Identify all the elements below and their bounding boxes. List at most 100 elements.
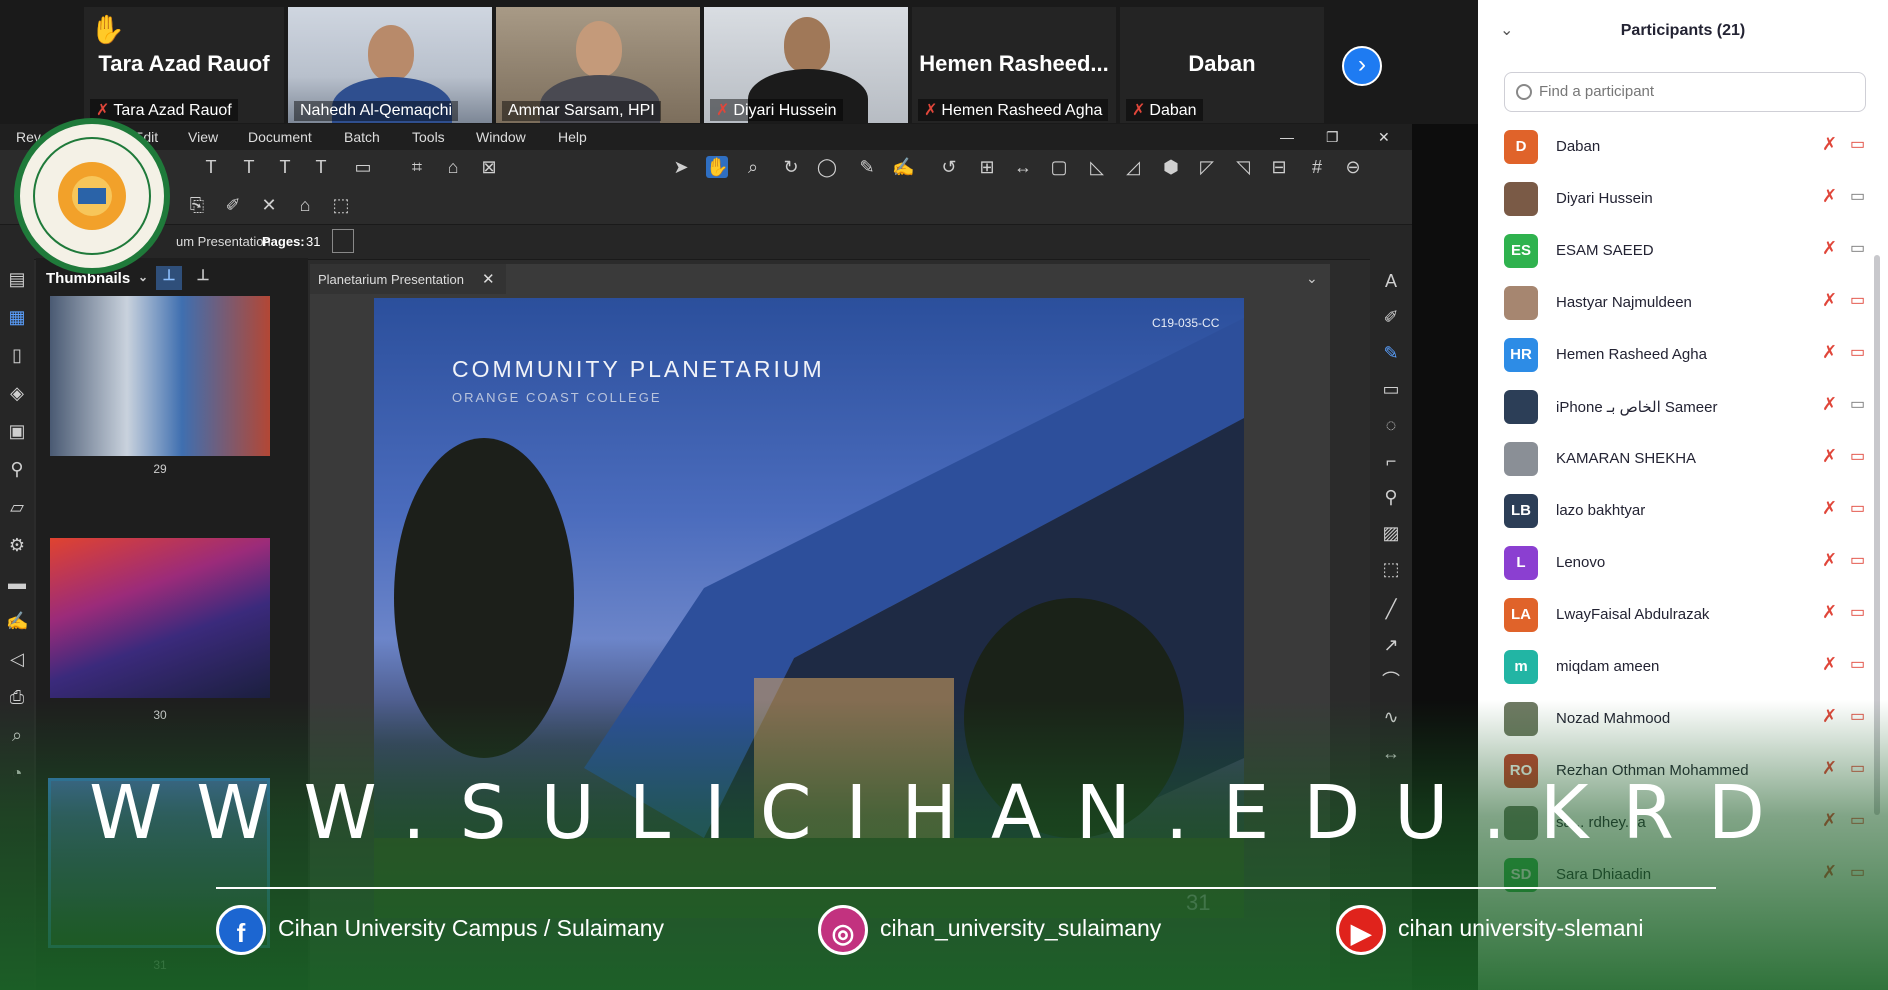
muted-mic-icon[interactable]: ✗ <box>1822 394 1837 415</box>
muted-mic-icon[interactable]: ✗ <box>1822 290 1837 311</box>
camera-off-icon[interactable]: ▭ <box>1850 290 1865 310</box>
minimize-icon[interactable]: — <box>1280 129 1294 145</box>
video-tile-tara[interactable]: ✋ Tara Azad Rauof ✗ Tara Azad Rauof <box>84 7 284 123</box>
pages-icon[interactable]: ▤ <box>6 268 28 290</box>
muted-mic-icon[interactable]: ✗ <box>1822 654 1837 675</box>
muted-mic-icon[interactable]: ✗ <box>1822 134 1837 155</box>
pen-tool-icon[interactable]: ✎ <box>1380 342 1402 364</box>
area-icon[interactable]: ▢ <box>1048 156 1070 178</box>
hand-tool-icon[interactable]: ✋ <box>706 156 728 178</box>
participant-row[interactable]: Hastyar Najmuldeen ✗ ▭ <box>1504 280 1865 326</box>
image-icon[interactable]: ▨ <box>1380 522 1402 544</box>
participant-search-input[interactable]: Find a participant <box>1504 72 1866 112</box>
menu-tools[interactable]: Tools <box>412 129 445 145</box>
thumb-size-large-icon[interactable]: ⊥ <box>190 266 216 290</box>
participant-row[interactable]: D Daban ✗ ▭ <box>1504 124 1865 170</box>
thumb-size-small-icon[interactable]: ⊥ <box>156 266 182 290</box>
text-edit-icon[interactable]: T <box>310 156 332 178</box>
crop-icon[interactable]: ⌗ <box>406 156 428 178</box>
marquee-icon[interactable]: ⬚ <box>330 194 352 216</box>
sign-icon[interactable]: ✍ <box>892 156 914 178</box>
camera-off-icon[interactable]: ▭ <box>1850 498 1865 518</box>
measure-icon[interactable]: ⊞ <box>976 156 998 178</box>
count-icon[interactable]: ⊟ <box>1268 156 1290 178</box>
line-icon[interactable]: ╱ <box>1380 598 1402 620</box>
video-tile-hemen[interactable]: Hemen Rasheed... ✗ Hemen Rasheed Agha <box>912 7 1116 123</box>
rotate-icon[interactable]: ↻ <box>780 156 802 178</box>
close-tab-icon[interactable]: ✕ <box>482 270 495 288</box>
markups-icon[interactable]: ▱ <box>6 496 28 518</box>
participant-row[interactable]: HR Hemen Rasheed Agha ✗ ▭ <box>1504 332 1865 378</box>
distance-icon[interactable]: ↔ <box>1012 156 1034 178</box>
highlighter-icon[interactable]: ✐ <box>1380 306 1402 328</box>
callout-icon[interactable]: ▭ <box>1380 378 1402 400</box>
angle-icon[interactable]: ◺ <box>1086 156 1108 178</box>
polyline-icon[interactable]: ◹ <box>1232 156 1254 178</box>
camera-off-icon[interactable]: ▭ <box>1850 654 1865 674</box>
camera-icon[interactable]: ▭ <box>1850 238 1865 258</box>
grid-icon[interactable]: # <box>1306 156 1328 178</box>
social-facebook[interactable]: f Cihan University Campus / Sulaimany <box>216 905 664 955</box>
underline-text-icon[interactable]: T <box>238 156 260 178</box>
toolbox-icon[interactable]: ▣ <box>6 420 28 442</box>
menu-document[interactable]: Document <box>248 129 312 145</box>
camera-off-icon[interactable]: ▭ <box>1850 342 1865 362</box>
participant-row[interactable]: Diyari Hussein ✗ ▭ <box>1504 176 1865 222</box>
participant-row[interactable]: L Lenovo ✗ ▭ <box>1504 540 1865 586</box>
menu-view[interactable]: View <box>188 129 218 145</box>
chevron-down-icon[interactable]: ⌄ <box>1306 270 1318 287</box>
tag-icon[interactable]: ◁ <box>6 648 28 670</box>
ruler-icon[interactable]: ▬ <box>6 572 28 594</box>
video-tile-daban[interactable]: Daban ✗ Daban <box>1120 7 1324 123</box>
video-tile-ammar[interactable]: Ammar Sarsam, HPI <box>496 7 700 123</box>
text-tool-icon[interactable]: T <box>200 156 222 178</box>
thumbnail-page-30[interactable] <box>50 538 270 698</box>
camera-off-icon[interactable]: ▭ <box>1850 550 1865 570</box>
stamp-tool-icon[interactable]: ⚲ <box>1380 486 1402 508</box>
compare-icon[interactable]: ⊖ <box>1342 156 1364 178</box>
stamp-icon[interactable]: ⚲ <box>6 458 28 480</box>
perimeter-icon[interactable]: ◿ <box>1122 156 1144 178</box>
participant-row[interactable]: m miqdam ameen ✗ ▭ <box>1504 644 1865 690</box>
menu-window[interactable]: Window <box>476 129 526 145</box>
social-instagram[interactable]: ◎ cihan_university_sulaimany <box>818 905 1161 955</box>
thumbnail-page-29[interactable] <box>50 296 270 456</box>
camera-off-icon[interactable]: ▭ <box>1850 602 1865 622</box>
muted-mic-icon[interactable]: ✗ <box>1822 342 1837 363</box>
document-icon[interactable]: ▭ <box>352 156 374 178</box>
bookmarks-icon[interactable]: ▯ <box>6 344 28 366</box>
camera-off-icon[interactable]: ▭ <box>1850 134 1865 154</box>
copy-icon[interactable]: ⎘ <box>186 194 208 216</box>
muted-mic-icon[interactable]: ✗ <box>1822 186 1837 207</box>
restore-icon[interactable]: ❐ <box>1326 129 1339 146</box>
signature-icon[interactable]: ✍ <box>6 610 28 632</box>
participant-row[interactable]: ES ESAM SAEED ✗ ▭ <box>1504 228 1865 274</box>
pointer-icon[interactable]: ➤ <box>670 156 692 178</box>
strikeout-text-icon[interactable]: T <box>274 156 296 178</box>
delete-icon[interactable]: ✕ <box>258 194 280 216</box>
camera-off-icon[interactable]: ▭ <box>1850 446 1865 466</box>
muted-mic-icon[interactable]: ✗ <box>1822 498 1837 519</box>
tab-planetarium-presentation[interactable]: Planetarium Presentation ✕ <box>310 264 506 294</box>
social-youtube[interactable]: ▶ cihan university-slemani <box>1336 905 1643 955</box>
camera-icon[interactable]: ▭ <box>1850 394 1865 414</box>
brush-icon[interactable]: ✐ <box>222 194 244 216</box>
volume-icon[interactable]: ⬢ <box>1160 156 1182 178</box>
muted-mic-icon[interactable]: ✗ <box>1822 238 1837 259</box>
layers-icon[interactable]: ◈ <box>6 382 28 404</box>
video-tile-diyari[interactable]: ✗ Diyari Hussein <box>704 7 908 123</box>
highlight-icon[interactable]: ⌂ <box>442 156 464 178</box>
close-icon[interactable]: ✕ <box>1378 129 1390 146</box>
thumbnails-icon[interactable]: ▦ <box>6 306 28 328</box>
menu-help[interactable]: Help <box>558 129 587 145</box>
video-tile-nahedh[interactable]: Nahedh Al-Qemaqchi <box>288 7 492 123</box>
participant-row[interactable]: iPhone الخاص بـ Sameer ✗ ▭ <box>1504 384 1865 430</box>
pen-icon[interactable]: ✎ <box>856 156 878 178</box>
muted-mic-icon[interactable]: ✗ <box>1822 550 1837 571</box>
page-properties-icon[interactable] <box>332 229 354 253</box>
note-icon[interactable]: ⌐ <box>1380 450 1402 472</box>
cloud-icon[interactable]: ◌ <box>1380 414 1402 436</box>
refresh-icon[interactable]: ↺ <box>938 156 960 178</box>
bell-icon[interactable]: ⌂ <box>294 194 316 216</box>
next-page-button[interactable]: › <box>1342 46 1382 86</box>
